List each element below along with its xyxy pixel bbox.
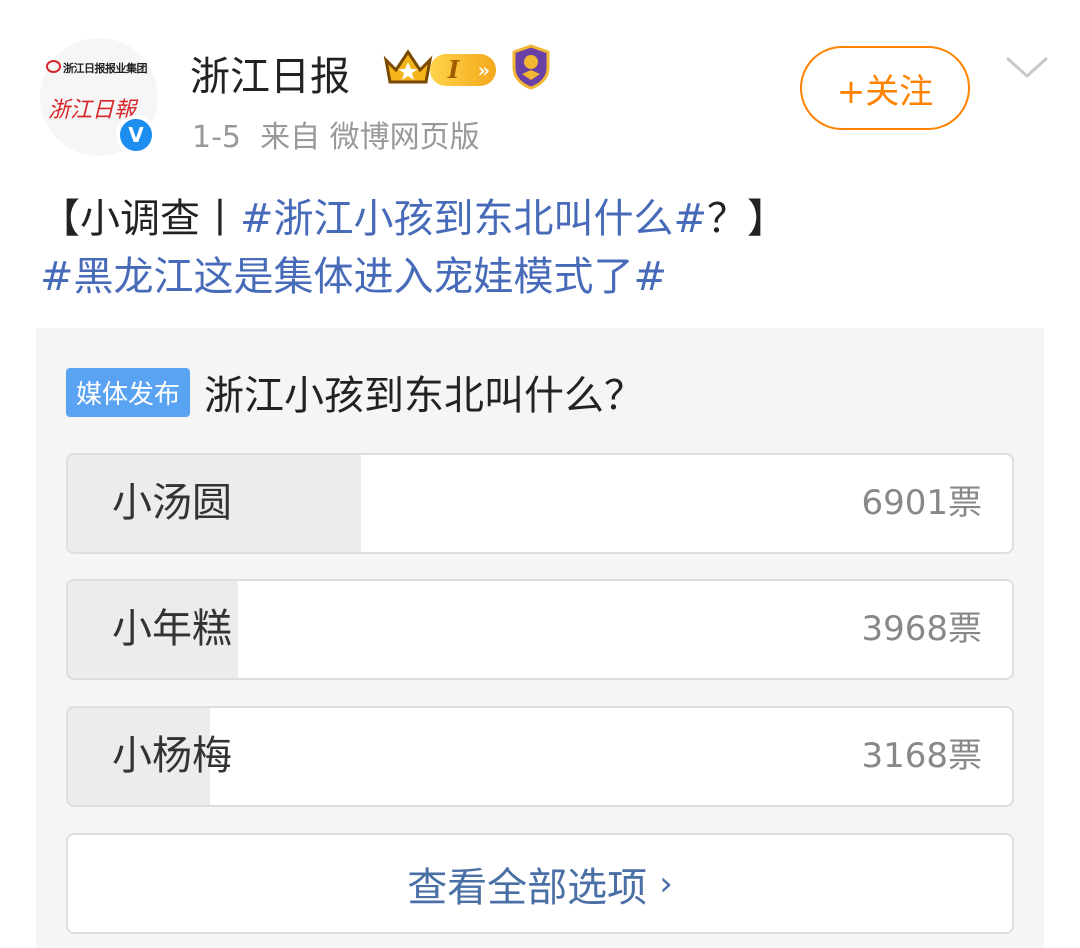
chevron-right-icon: › xyxy=(659,863,673,904)
user-name[interactable]: 浙江日报 xyxy=(190,44,350,102)
post-meta: 1-5 来自 微博网页版 xyxy=(192,112,480,156)
level-arrow-icon: » xyxy=(477,58,491,82)
post-date: 1-5 xyxy=(192,120,241,155)
poll-card: 媒体发布 浙江小孩到东北叫什么？ 小汤圆 6901票 小年糕 3968票 小杨梅… xyxy=(36,328,1044,948)
shield-icon xyxy=(512,44,550,90)
poll-option[interactable]: 小汤圆 6901票 xyxy=(66,453,1014,554)
avatar-logo-small: 浙江日报报业集团 xyxy=(46,60,148,76)
media-tag: 媒体发布 xyxy=(66,367,191,417)
poll-option-votes: 6901票 xyxy=(861,483,982,523)
crown-icon xyxy=(383,49,433,84)
poll-option-label: 小年糕 xyxy=(112,606,232,652)
poll-option-label: 小杨梅 xyxy=(112,733,232,779)
post-prefix: 【小调查丨 xyxy=(40,196,240,242)
follow-button[interactable]: +关注 xyxy=(800,46,970,130)
chevron-down-icon[interactable] xyxy=(1003,52,1051,82)
view-all-options-button[interactable]: 查看全部选项 › xyxy=(66,833,1014,934)
poll-option-label: 小汤圆 xyxy=(112,480,232,526)
post-suffix: ？】 xyxy=(707,196,788,242)
poll-option[interactable]: 小杨梅 3168票 xyxy=(66,706,1014,807)
topic-link-1[interactable]: #浙江小孩到东北叫什么# xyxy=(240,196,707,242)
post-source: 来自 微博网页版 xyxy=(260,120,480,155)
level-text: I xyxy=(448,55,460,84)
view-all-label: 查看全部选项 xyxy=(407,864,648,911)
verified-icon: V xyxy=(116,115,156,155)
poll-option-votes: 3968票 xyxy=(861,609,982,649)
poll-header: 媒体发布 浙江小孩到东北叫什么？ xyxy=(66,367,644,419)
poll-option-votes: 3168票 xyxy=(861,736,982,776)
poll-option[interactable]: 小年糕 3968票 xyxy=(66,579,1014,680)
poll-question: 浙江小孩到东北叫什么？ xyxy=(204,373,645,419)
level-badge: I » xyxy=(430,54,496,86)
post-text: 【小调查丨#浙江小孩到东北叫什么#？】 #黑龙江这是集体进入宠娃模式了# xyxy=(40,190,1050,306)
topic-link-2[interactable]: #黑龙江这是集体进入宠娃模式了# xyxy=(40,254,667,300)
